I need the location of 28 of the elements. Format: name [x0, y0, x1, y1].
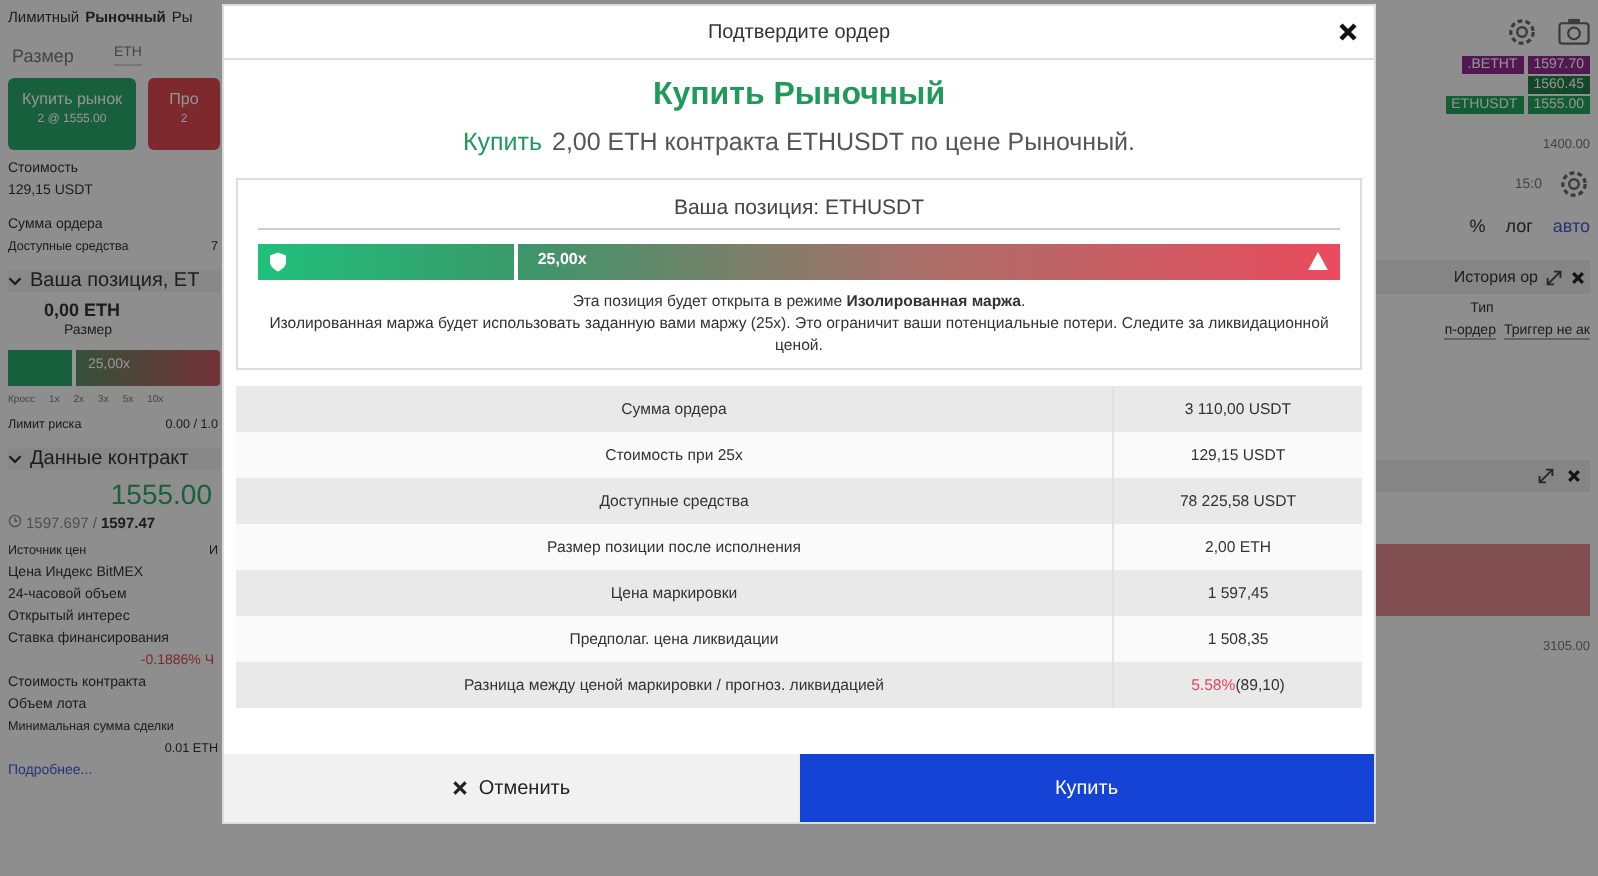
shield-icon — [270, 252, 286, 272]
expand-icon[interactable] — [1538, 468, 1554, 484]
clock-icon — [8, 514, 22, 528]
dialog-title: Подтвердите ордер — [707, 21, 891, 43]
last-price: 1555.00 — [110, 478, 212, 510]
buy-button[interactable]: Купить — [799, 754, 1374, 822]
size-label: Размер — [12, 46, 74, 66]
close-icon — [452, 780, 469, 796]
expand-icon[interactable] — [1546, 269, 1562, 285]
scale-option[interactable]: % — [1469, 216, 1486, 236]
camera-icon[interactable] — [1558, 16, 1590, 48]
warning-icon — [1308, 252, 1328, 270]
order-side: Купить — [462, 128, 542, 156]
scale-option[interactable]: лог — [1505, 216, 1533, 236]
chevron-icon[interactable] — [8, 454, 22, 464]
order-summary: 2,00 ETH контракта ETHUSDT по цене Рыночный. — [552, 128, 1136, 156]
position-size: 0,00 ETH — [44, 300, 123, 320]
leverage-value: 25,00x — [537, 250, 587, 268]
cancel-button[interactable]: Отменить — [224, 754, 799, 822]
close-icon[interactable] — [1338, 22, 1358, 42]
position-title: Ваша позиция: ETHUSDT — [258, 196, 1340, 230]
order-heading: Купить Рыночный — [652, 78, 946, 114]
settings-icon[interactable] — [1506, 16, 1538, 48]
chevron-icon[interactable] — [8, 276, 22, 286]
section-title: Ваша позиция, ET — [30, 270, 200, 292]
settings-icon[interactable] — [1558, 168, 1590, 200]
section-title: Данные контракт — [30, 448, 189, 470]
scale-option[interactable]: авто — [1552, 216, 1590, 236]
